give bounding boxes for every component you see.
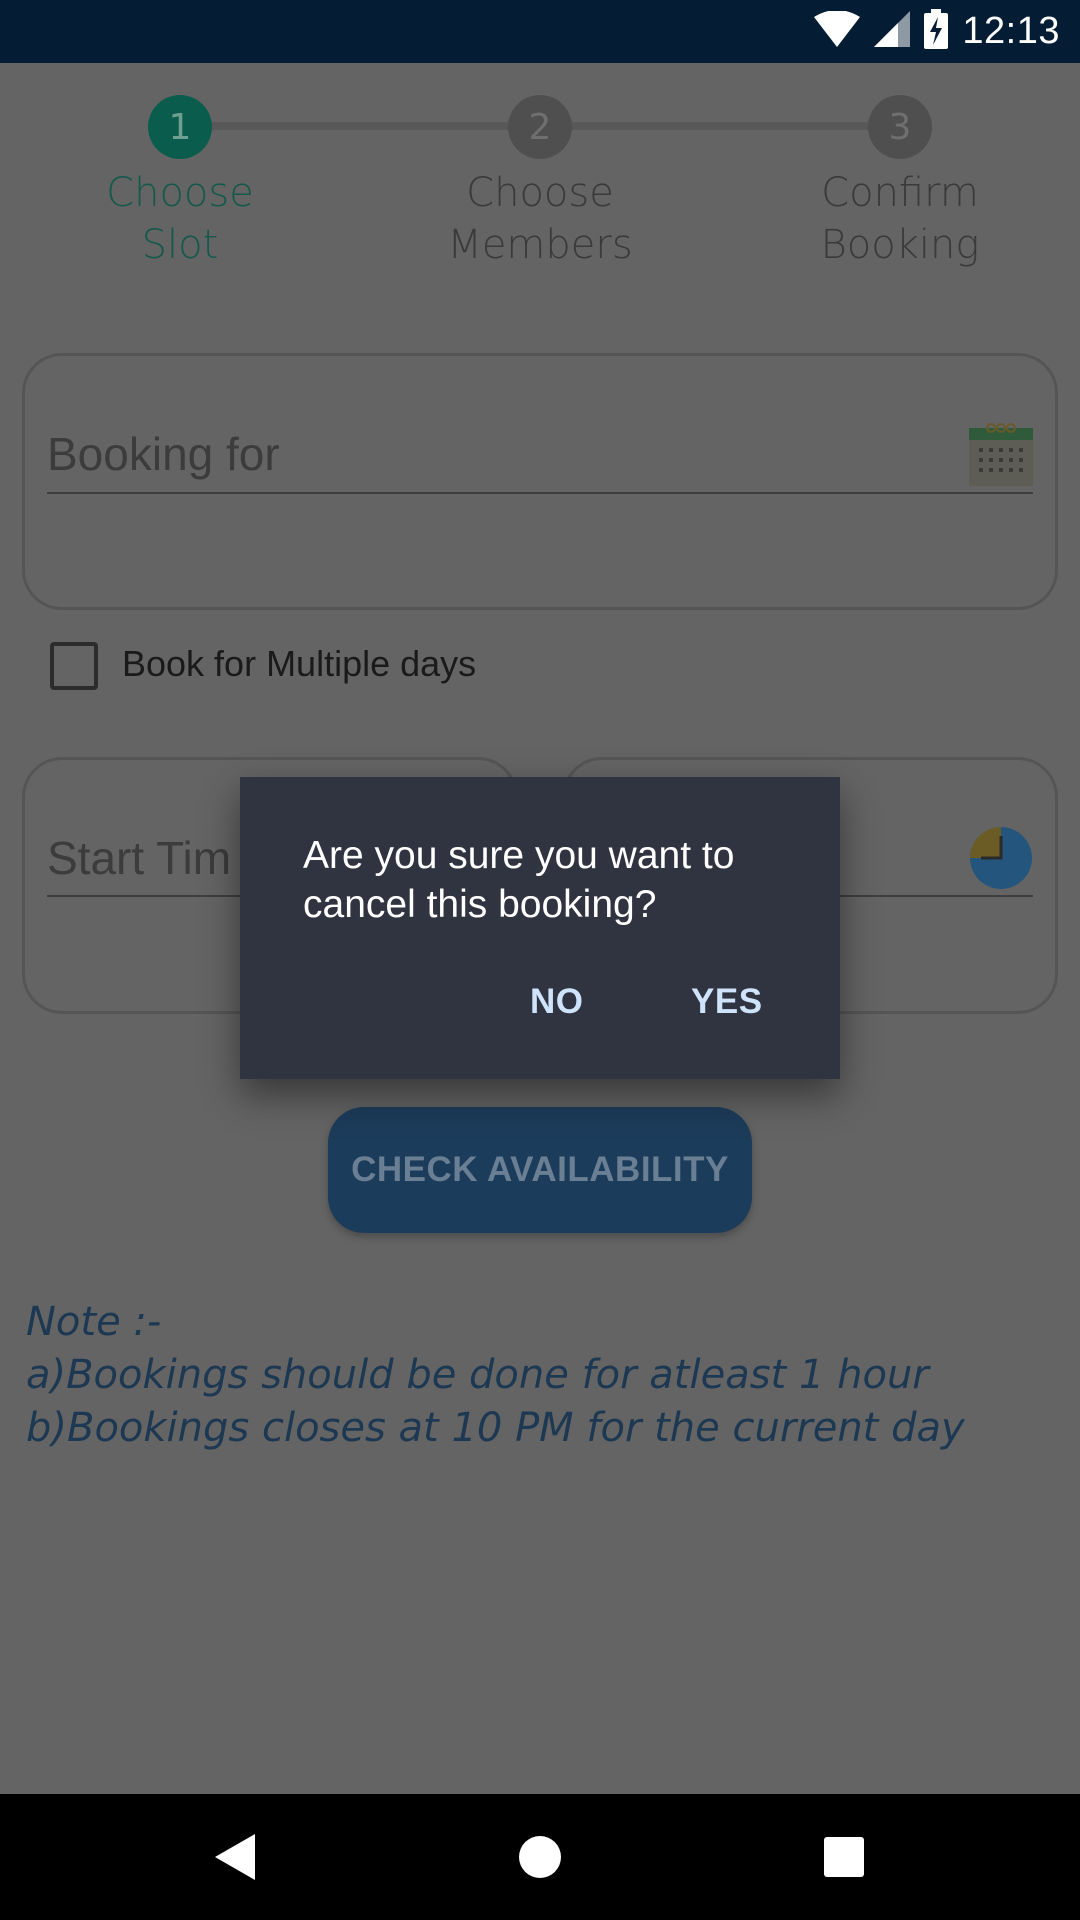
clock-icon[interactable] — [969, 826, 1033, 890]
cancel-booking-dialog: Are you sure you want to cancel this boo… — [240, 777, 840, 1079]
navigation-bar — [0, 1794, 1080, 1920]
booking-note: Note :- a)Bookings should be done for at… — [26, 1299, 965, 1451]
step-choose-slot[interactable]: 1 Choose Slot — [60, 95, 300, 271]
yes-button[interactable]: YES — [691, 982, 763, 1022]
multiple-days-label[interactable]: Book for Multiple days — [122, 643, 476, 685]
step-number-circle: 2 — [508, 95, 572, 159]
step-confirm-booking[interactable]: 3 Confirm Booking — [780, 95, 1020, 271]
step-label: Confirm Booking — [820, 170, 980, 268]
battery-charging-icon — [924, 9, 949, 54]
multiple-days-checkbox[interactable] — [50, 642, 98, 690]
home-icon[interactable] — [480, 1794, 600, 1920]
start-time-placeholder: Start Tim — [47, 832, 232, 884]
no-button[interactable]: NO — [530, 982, 584, 1022]
step-label: Choose Members — [447, 170, 633, 268]
cell-signal-icon — [874, 11, 911, 52]
step-label: Choose Slot — [106, 170, 254, 268]
step-number-circle: 3 — [868, 95, 932, 159]
step-choose-members[interactable]: 2 Choose Members — [420, 95, 660, 271]
check-availability-button[interactable]: CHECK AVAILABILITY — [328, 1107, 752, 1233]
booking-date-field[interactable] — [22, 353, 1058, 610]
dialog-message: Are you sure you want to cancel this boo… — [303, 834, 735, 926]
field-underline — [47, 492, 1033, 494]
recents-icon[interactable] — [784, 1794, 904, 1920]
calendar-icon[interactable] — [969, 422, 1033, 486]
booking-for-placeholder: Booking for — [47, 428, 280, 480]
clock: 12:13 — [962, 10, 1060, 52]
status-bar: 12:13 — [0, 0, 1080, 63]
back-icon[interactable] — [175, 1794, 295, 1920]
step-number-circle: 1 — [148, 95, 212, 159]
wifi-icon — [814, 10, 861, 52]
